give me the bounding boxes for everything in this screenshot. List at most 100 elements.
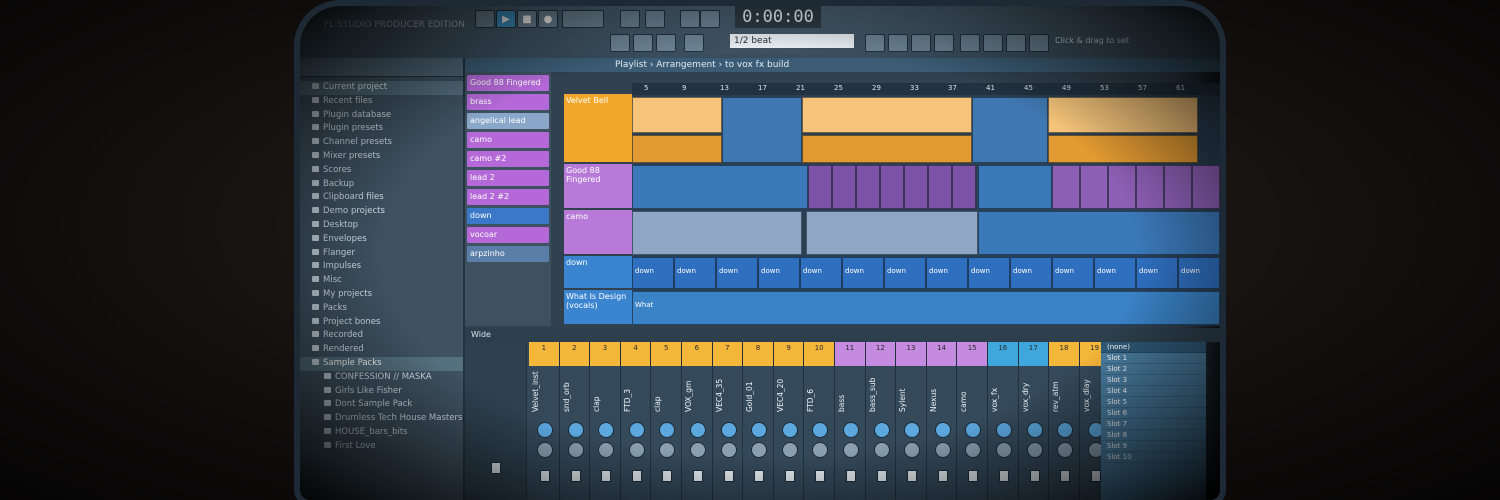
volume-fader[interactable] bbox=[784, 470, 795, 482]
volume-fader[interactable] bbox=[723, 470, 734, 482]
volume-fader[interactable] bbox=[570, 470, 581, 482]
browser-item[interactable]: Demo projects bbox=[300, 205, 463, 219]
mixer-strip[interactable]: 4 FTD_3 bbox=[620, 342, 652, 500]
stereo-knob[interactable] bbox=[598, 442, 615, 458]
playlist-clip[interactable] bbox=[978, 165, 1052, 209]
pan-knob[interactable] bbox=[843, 422, 859, 438]
insert-slot[interactable]: Slot 4 bbox=[1101, 386, 1206, 397]
volume-fader[interactable] bbox=[968, 470, 979, 482]
pattern-item[interactable]: camo bbox=[467, 132, 549, 148]
record-icon[interactable]: ● bbox=[538, 10, 558, 28]
playlist-clip[interactable] bbox=[952, 165, 976, 209]
playlist-clip[interactable]: down bbox=[884, 257, 926, 289]
pan-knob[interactable] bbox=[996, 422, 1012, 438]
mixer-strip[interactable]: 3 clap bbox=[590, 342, 621, 500]
playlist-clip[interactable] bbox=[928, 165, 952, 209]
browser-item[interactable]: Recent files bbox=[300, 95, 463, 109]
insert-slot[interactable]: Slot 7 bbox=[1101, 419, 1206, 430]
playlist-clip[interactable]: down bbox=[1178, 257, 1220, 289]
browser-item[interactable]: First Love bbox=[300, 440, 463, 454]
volume-fader[interactable] bbox=[1090, 470, 1101, 482]
stereo-knob[interactable] bbox=[965, 442, 982, 458]
browser-item[interactable]: Mixer presets bbox=[300, 150, 463, 164]
stereo-knob[interactable] bbox=[659, 442, 676, 458]
pan-knob[interactable] bbox=[659, 422, 676, 438]
playlist-lanes[interactable]: down down down down down down down down down down… bbox=[632, 95, 1220, 326]
insert-slot[interactable]: Slot 3 bbox=[1101, 375, 1206, 386]
playlist-clip[interactable]: down bbox=[674, 257, 716, 289]
mixer-strip[interactable]: 16 vox_fx bbox=[988, 342, 1019, 500]
browser-item[interactable]: Envelopes bbox=[300, 233, 463, 247]
volume-fader[interactable] bbox=[540, 470, 550, 482]
volume-fader[interactable] bbox=[1029, 470, 1040, 482]
mixer-strip[interactable]: 12 bass_sub bbox=[865, 342, 897, 500]
pan-knob[interactable] bbox=[720, 422, 737, 438]
browser-item[interactable]: Girls Like Fisher bbox=[300, 385, 463, 399]
stereo-knob[interactable] bbox=[781, 442, 798, 458]
playlist-clip[interactable] bbox=[1048, 135, 1198, 163]
volume-fader[interactable] bbox=[631, 470, 642, 482]
playlist-clip[interactable]: down bbox=[1052, 257, 1094, 289]
mixer-strip[interactable]: 5 clap bbox=[651, 342, 682, 500]
stereo-knob[interactable] bbox=[812, 442, 829, 458]
playlist-clip[interactable]: down bbox=[842, 257, 884, 289]
track-header[interactable]: Velvet Bell bbox=[564, 94, 632, 162]
pan-knob[interactable] bbox=[904, 422, 921, 438]
stop-icon[interactable]: ■ bbox=[517, 10, 537, 28]
browser-item[interactable]: Desktop bbox=[300, 219, 463, 233]
volume-fader[interactable] bbox=[876, 470, 887, 482]
mixer-strip[interactable]: 7 VEC4_35 bbox=[712, 342, 744, 500]
playlist-clip[interactable] bbox=[806, 211, 978, 255]
master-fader[interactable] bbox=[491, 462, 501, 474]
playlist-clip[interactable] bbox=[1048, 97, 1198, 133]
pan-knob[interactable] bbox=[1057, 422, 1074, 438]
volume-fader[interactable] bbox=[1060, 470, 1071, 482]
track-header[interactable]: Good 88 Fingered bbox=[564, 164, 632, 208]
playlist-clip[interactable] bbox=[632, 165, 808, 209]
browser-item[interactable]: Misc bbox=[300, 274, 463, 288]
playlist-clip[interactable] bbox=[1108, 165, 1136, 209]
stereo-knob[interactable] bbox=[934, 442, 951, 458]
mixer-strip[interactable]: 18 rev_atm bbox=[1049, 342, 1080, 500]
metronome-icon[interactable] bbox=[620, 10, 640, 28]
volume-fader[interactable] bbox=[937, 470, 948, 482]
volume-fader[interactable] bbox=[907, 470, 918, 482]
browser-item[interactable]: Packs bbox=[300, 302, 463, 316]
playlist-clip[interactable] bbox=[856, 165, 880, 209]
browser-item[interactable]: Clipboard files bbox=[300, 191, 463, 205]
browser-item[interactable]: Recorded bbox=[300, 329, 463, 343]
browser-icon[interactable] bbox=[960, 34, 980, 52]
mixer-strip[interactable]: 13 Sylent bbox=[896, 342, 927, 500]
pattern-item[interactable]: camo #2 bbox=[467, 151, 549, 167]
playlist-clip[interactable] bbox=[978, 211, 1220, 255]
stereo-knob[interactable] bbox=[1057, 442, 1074, 458]
pan-knob[interactable] bbox=[567, 422, 584, 438]
step-edit-icon[interactable] bbox=[865, 34, 885, 52]
browser-item[interactable]: My projects bbox=[300, 288, 463, 302]
browser-item[interactable]: CONFESSION // MASKA bbox=[300, 371, 463, 385]
pencil-icon[interactable] bbox=[610, 34, 630, 52]
mixer-strip[interactable]: 10 FTD_6 bbox=[804, 342, 835, 500]
playlist-clip[interactable] bbox=[1164, 165, 1192, 209]
stamp-icon[interactable] bbox=[684, 34, 704, 52]
playlist-clip[interactable]: down bbox=[1094, 257, 1136, 289]
volume-fader[interactable] bbox=[846, 470, 856, 482]
pan-knob[interactable] bbox=[934, 422, 951, 438]
playlist-clip[interactable]: down bbox=[716, 257, 758, 289]
stereo-knob[interactable] bbox=[537, 442, 553, 458]
playlist-clip[interactable]: down bbox=[758, 257, 800, 289]
browser-item[interactable]: Current project bbox=[300, 81, 463, 95]
pattern-song-toggle[interactable] bbox=[475, 10, 495, 28]
pan-knob[interactable] bbox=[965, 422, 982, 438]
pattern-item[interactable]: brass bbox=[467, 94, 549, 110]
plugin-picker-icon[interactable] bbox=[983, 34, 1003, 52]
browser-item[interactable]: Drumless Tech House Masters Vol1 bbox=[300, 412, 463, 426]
pan-knob[interactable] bbox=[781, 422, 798, 438]
stereo-knob[interactable] bbox=[843, 442, 859, 458]
playlist-clip[interactable]: What bbox=[632, 291, 1220, 325]
playlist-clip[interactable] bbox=[632, 135, 722, 163]
playlist-clip[interactable] bbox=[808, 165, 832, 209]
snap-selector[interactable]: 1/2 beat bbox=[730, 34, 854, 48]
volume-fader[interactable] bbox=[693, 470, 703, 482]
slice-icon[interactable] bbox=[656, 34, 676, 52]
